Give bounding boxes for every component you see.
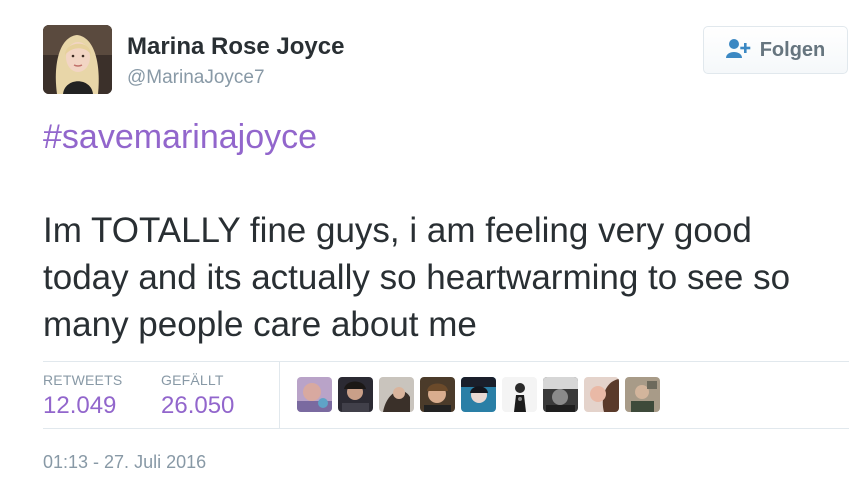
liker-avatar[interactable] xyxy=(584,377,619,412)
liker-avatar[interactable] xyxy=(297,377,332,412)
liker-avatar[interactable] xyxy=(338,377,373,412)
tweet-text-line: Im TOTALLY fine guys, i am feeling very … xyxy=(43,211,752,250)
tweet-text: Im TOTALLY fine guys, i am feeling very … xyxy=(43,207,854,348)
follow-button-label: Folgen xyxy=(759,38,826,61)
liker-avatar[interactable] xyxy=(420,377,455,412)
tweet-card: Marina Rose Joyce @MarinaJoyce7 Folgen #… xyxy=(0,0,854,480)
stats-separator xyxy=(279,362,280,428)
author-name[interactable]: Marina Rose Joyce xyxy=(127,33,344,61)
follow-button[interactable]: Folgen xyxy=(703,26,848,74)
follow-user-plus-icon xyxy=(725,38,752,63)
likers-avatars xyxy=(297,377,660,412)
author-handle[interactable]: @MarinaJoyce7 xyxy=(127,67,265,89)
tweet-text-line: many people care about me xyxy=(43,305,477,344)
liker-avatar[interactable] xyxy=(379,377,414,412)
hashtag-link[interactable]: #savemarinajoyce xyxy=(43,118,317,157)
tweet-text-line: today and its actually so heartwarming t… xyxy=(43,258,791,297)
stats-top-divider xyxy=(43,361,849,362)
author-avatar[interactable] xyxy=(43,25,112,94)
retweets-label: RETWEETS xyxy=(43,372,123,388)
liker-avatar[interactable] xyxy=(543,377,578,412)
liker-avatar[interactable] xyxy=(502,377,537,412)
tweet-timestamp[interactable]: 01:13 - 27. Juli 2016 xyxy=(43,452,206,473)
liker-avatar[interactable] xyxy=(625,377,660,412)
likes-label: GEFÄLLT xyxy=(161,372,224,388)
likes-count[interactable]: 26.050 xyxy=(161,392,234,420)
stats-bottom-divider xyxy=(43,428,849,429)
retweets-count[interactable]: 12.049 xyxy=(43,392,116,420)
liker-avatar[interactable] xyxy=(461,377,496,412)
